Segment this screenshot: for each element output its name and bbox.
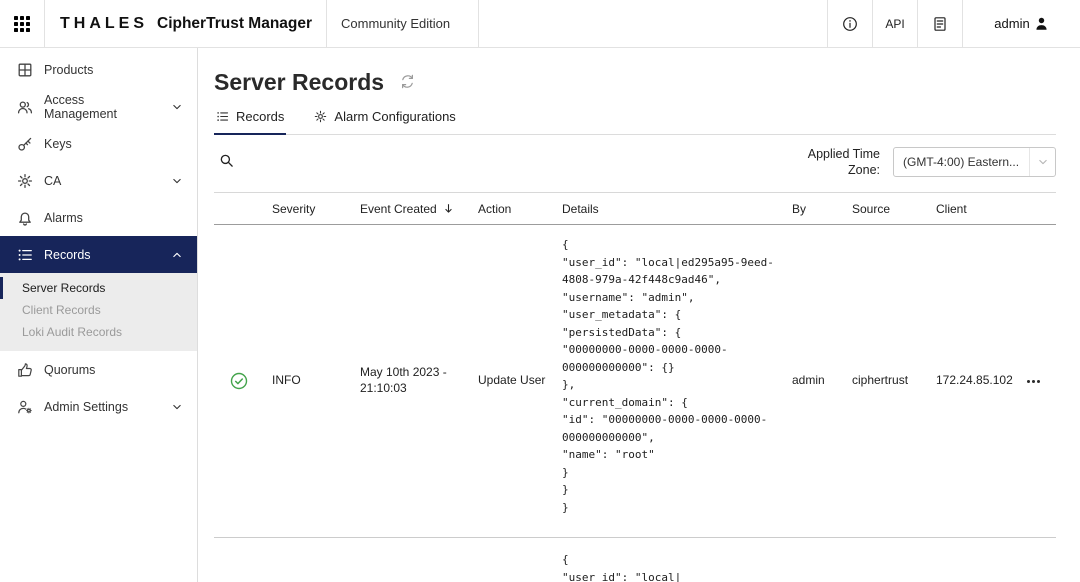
records-submenu: Server Records Client Records Loki Audit… <box>0 273 197 351</box>
refresh-icon <box>400 74 415 89</box>
cell-status <box>214 372 264 390</box>
tab-records[interactable]: Records <box>214 109 286 135</box>
brand: THALES CipherTrust Manager <box>45 0 312 47</box>
app-launcher-button[interactable] <box>0 0 45 47</box>
tabs: Records Alarm Configurations <box>214 109 1056 135</box>
records-table: Severity Event Created Action Details By… <box>214 192 1056 582</box>
chevron-down-icon <box>1037 156 1049 168</box>
timezone-control: Applied Time Zone: (GMT-4:00) Eastern... <box>802 146 1056 179</box>
sidebar-item-access-management[interactable]: Access Management <box>0 88 197 125</box>
sidebar-item-ca[interactable]: CA <box>0 162 197 199</box>
sidebar-item-keys[interactable]: Keys <box>0 125 197 162</box>
key-icon <box>17 136 33 152</box>
sidebar-item-label: Records <box>44 248 160 262</box>
cell-details: { "user_id": "local| <box>554 538 784 582</box>
sidebar-item-label: Keys <box>44 137 183 151</box>
edition-label: Community Edition <box>327 0 464 47</box>
sidebar-item-label: Alarms <box>44 211 183 225</box>
toolbar: Applied Time Zone: (GMT-4:00) Eastern... <box>214 141 1056 183</box>
product-name: CipherTrust Manager <box>157 15 312 33</box>
cell-by: admin <box>784 373 844 389</box>
list-icon <box>216 110 229 123</box>
col-action: Action <box>470 202 554 216</box>
users-icon <box>17 99 33 115</box>
grid-squares-icon <box>17 62 33 78</box>
sidebar-item-label: Admin Settings <box>44 400 160 414</box>
document-icon <box>932 16 948 32</box>
table-row[interactable]: INFO May 10th 2023 - 21:10:03 Update Use… <box>214 225 1056 538</box>
cell-event-created: May 10th 2023 - 21:10:03 <box>352 365 470 396</box>
chevron-down-icon <box>171 401 183 413</box>
thumbs-up-icon <box>17 362 33 378</box>
gear-icon <box>17 173 33 189</box>
col-by: By <box>784 202 844 216</box>
bell-icon <box>17 210 33 226</box>
user-gear-icon <box>17 399 33 415</box>
col-severity: Severity <box>264 202 352 216</box>
user-menu-button[interactable]: admin <box>962 0 1080 47</box>
gear-icon <box>314 110 327 123</box>
info-icon <box>842 16 858 32</box>
user-icon <box>1034 16 1049 31</box>
tab-label: Records <box>236 109 284 124</box>
sidebar: Products Access Management Keys CA Alarm… <box>0 48 198 582</box>
topbar: THALES CipherTrust Manager Community Edi… <box>0 0 1080 48</box>
sidebar-item-records[interactable]: Records <box>0 236 197 273</box>
table-row[interactable]: { "user_id": "local| <box>214 538 1056 582</box>
table-header-row: Severity Event Created Action Details By… <box>214 192 1056 225</box>
submenu-item-loki-audit-records[interactable]: Loki Audit Records <box>0 321 197 343</box>
ciphertrust-manager-app: THALES CipherTrust Manager Community Edi… <box>0 0 1080 582</box>
chevron-up-icon <box>171 249 183 261</box>
thales-logo: THALES <box>60 15 148 33</box>
search-icon <box>219 153 234 168</box>
col-client: Client <box>928 202 1010 216</box>
sort-desc-icon <box>442 202 455 215</box>
success-check-icon <box>230 372 248 390</box>
sidebar-item-label: CA <box>44 174 160 188</box>
apps-grid-icon <box>13 15 31 33</box>
cell-action: Update User <box>470 373 554 389</box>
timezone-selected-value: (GMT-4:00) Eastern... <box>894 155 1029 169</box>
col-details: Details <box>554 202 784 216</box>
cell-source: ciphertrust <box>844 373 928 389</box>
sidebar-item-products[interactable]: Products <box>0 51 197 88</box>
sidebar-item-label: Access Management <box>44 93 160 121</box>
username-label: admin <box>994 16 1029 31</box>
list-icon <box>17 247 33 263</box>
cell-details: { "user_id": "local|ed295a95-9eed- 4808-… <box>554 225 784 537</box>
search-button[interactable] <box>214 153 234 171</box>
cell-severity: INFO <box>264 373 352 389</box>
tab-alarm-configurations[interactable]: Alarm Configurations <box>312 109 457 135</box>
topbar-spacer <box>479 0 827 47</box>
docs-button[interactable] <box>917 0 962 47</box>
title-row: Server Records <box>214 69 1056 96</box>
submenu-item-server-records[interactable]: Server Records <box>0 277 197 299</box>
col-event-created[interactable]: Event Created <box>352 202 470 216</box>
col-source: Source <box>844 202 928 216</box>
cell-actions <box>1010 375 1056 388</box>
chevron-down-icon <box>171 101 183 113</box>
info-button[interactable] <box>827 0 872 47</box>
sidebar-item-alarms[interactable]: Alarms <box>0 199 197 236</box>
col-event-created-label: Event Created <box>360 202 437 216</box>
page-title: Server Records <box>214 69 384 96</box>
submenu-item-client-records[interactable]: Client Records <box>0 299 197 321</box>
row-menu-button[interactable] <box>1022 375 1045 388</box>
timezone-label: Applied Time Zone: <box>802 146 880 179</box>
tab-label: Alarm Configurations <box>334 109 455 124</box>
refresh-button[interactable] <box>400 74 415 92</box>
sidebar-item-quorums[interactable]: Quorums <box>0 351 197 388</box>
sidebar-item-label: Products <box>44 63 183 77</box>
cell-client: 172.24.85.102 <box>928 373 1010 389</box>
sidebar-item-admin-settings[interactable]: Admin Settings <box>0 388 197 425</box>
api-button[interactable]: API <box>872 0 917 47</box>
select-caret <box>1029 148 1055 176</box>
sidebar-item-label: Quorums <box>44 363 183 377</box>
timezone-select[interactable]: (GMT-4:00) Eastern... <box>893 147 1056 177</box>
main-content: Server Records Records Alarm Configurati… <box>198 48 1080 582</box>
chevron-down-icon <box>171 175 183 187</box>
